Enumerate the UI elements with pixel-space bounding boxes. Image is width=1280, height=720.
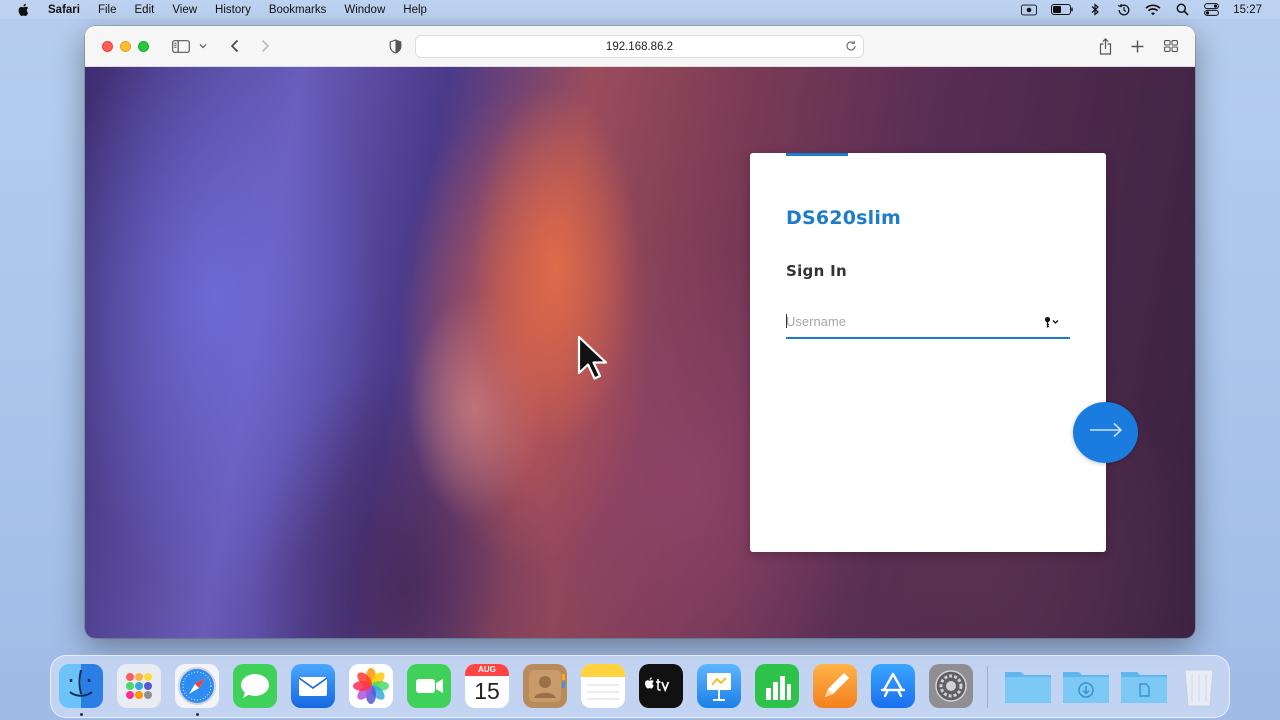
menu-file[interactable]: File [98,4,117,16]
documents-folder-icon[interactable] [1119,664,1169,708]
close-window-button[interactable] [102,41,113,52]
messages-icon[interactable] [233,664,277,708]
address-bar[interactable]: 192.168.86.2 [415,35,864,58]
tab-overview-icon[interactable] [1163,37,1179,55]
safari-window: 192.168.86.2 DS620slim Sign In [85,26,1195,638]
calendar-month: AUG [465,664,509,676]
battery-icon[interactable] [1050,3,1074,17]
panel-accent-bar [786,153,848,156]
privacy-shield-icon[interactable] [387,37,403,55]
device-name: DS620slim [786,207,902,229]
minimize-window-button[interactable] [120,41,131,52]
webpage-background: DS620slim Sign In [85,67,1195,638]
trash-icon[interactable] [1179,664,1219,708]
contacts-icon[interactable] [523,664,567,708]
tab-group-chevron-down-icon[interactable] [198,37,208,55]
sidebar-toggle-icon[interactable] [171,37,191,55]
username-field[interactable] [786,305,1070,339]
finder-icon[interactable] [59,664,103,708]
forward-chevron-icon[interactable] [258,37,272,55]
calendar-icon[interactable]: AUG 15 [465,664,509,708]
finder-running-indicator [80,713,83,716]
password-autofill-key-icon[interactable] [1044,315,1060,328]
back-chevron-icon[interactable] [227,37,241,55]
share-icon[interactable] [1097,37,1113,55]
screen-record-icon[interactable] [1021,3,1038,17]
address-bar-url: 192.168.86.2 [605,40,674,53]
numbers-icon[interactable] [755,664,799,708]
safari-app-icon[interactable] [175,664,219,708]
reload-icon[interactable] [844,39,858,53]
wifi-icon[interactable] [1145,3,1161,17]
downloads-folder-icon[interactable] [1061,664,1111,708]
system-settings-icon[interactable] [929,664,973,708]
sign-in-heading: Sign In [786,262,847,280]
mouse-pointer-icon [577,335,611,381]
menu-edit[interactable]: Edit [135,4,155,16]
sign-in-next-button[interactable] [1073,402,1138,463]
calendar-day: 15 [474,678,500,704]
dock-separator [987,666,988,708]
photos-icon[interactable] [349,664,393,708]
keynote-icon[interactable] [697,664,741,708]
launchpad-icon[interactable] [117,664,161,708]
menu-bookmarks[interactable]: Bookmarks [269,4,327,16]
bluetooth-icon[interactable] [1087,3,1103,17]
menu-view[interactable]: View [172,4,197,16]
menu-help[interactable]: Help [403,4,427,16]
menu-history[interactable]: History [215,4,251,16]
new-tab-plus-icon[interactable] [1129,37,1145,55]
menubar-clock[interactable]: 15:27 [1233,4,1262,16]
notes-icon[interactable] [581,664,625,708]
app-menu-safari[interactable]: Safari [48,4,80,16]
apple-menu-icon[interactable] [17,3,31,17]
facetime-icon[interactable] [407,664,451,708]
login-panel: DS620slim Sign In [750,153,1138,552]
safari-running-indicator [196,713,199,716]
app-store-icon[interactable] [871,664,915,708]
spotlight-search-icon[interactable] [1174,3,1190,17]
menu-bar: Safari File Edit View History Bookmarks … [0,0,1280,19]
browser-toolbar: 192.168.86.2 [85,26,1195,67]
dock: AUG 15 [50,655,1230,718]
mail-icon[interactable] [291,664,335,708]
applications-folder-icon[interactable] [1003,664,1053,708]
pages-icon[interactable] [813,664,857,708]
username-input[interactable] [786,309,1026,333]
apple-tv-icon[interactable] [639,664,683,708]
arrow-right-icon [1089,422,1123,443]
time-machine-icon[interactable] [1116,3,1132,17]
zoom-window-button[interactable] [138,41,149,52]
control-center-icon[interactable] [1203,3,1219,17]
menu-window[interactable]: Window [344,4,385,16]
